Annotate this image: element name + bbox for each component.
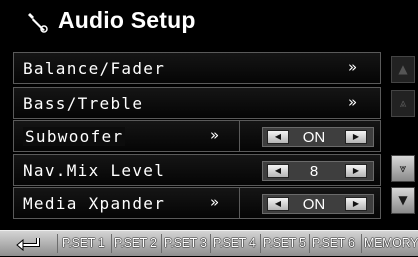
media-xpander-stepper: ◀ ON ▶ xyxy=(262,194,374,214)
separator xyxy=(361,234,362,253)
row-label: Media Xpander xyxy=(23,194,166,213)
subwoofer-settings-button[interactable]: » xyxy=(210,126,219,144)
page-title: Audio Setup xyxy=(58,7,196,33)
separator xyxy=(210,234,211,253)
return-arrow-icon xyxy=(16,238,40,252)
chevron-right-icon: » xyxy=(348,93,358,111)
preset-button-2[interactable]: P.SET 2 xyxy=(114,236,157,250)
back-button[interactable] xyxy=(8,234,50,253)
scroll-down-button[interactable]: ⩔ xyxy=(391,155,415,182)
decrease-button[interactable]: ◀ xyxy=(267,130,289,144)
header: Audio Setup xyxy=(0,0,418,44)
row-label: Subwoofer xyxy=(23,127,126,146)
bass-treble-row[interactable]: Bass/Treble » xyxy=(13,87,381,119)
row-divider xyxy=(239,188,240,218)
preset-button-6[interactable]: P.SET 6 xyxy=(312,236,355,250)
decrease-button[interactable]: ◀ xyxy=(267,164,289,178)
increase-button[interactable]: ▶ xyxy=(345,197,367,211)
preset-button-4[interactable]: P.SET 4 xyxy=(213,236,256,250)
chevron-right-icon: » xyxy=(348,58,358,76)
page-down-button[interactable]: ▼ xyxy=(391,187,415,214)
separator xyxy=(57,234,58,253)
separator xyxy=(161,234,162,253)
bottom-bar: P.SET 1 P.SET 2 P.SET 3 P.SET 4 P.SET 5 … xyxy=(0,230,418,256)
scroll-up-button[interactable]: ⩓ xyxy=(391,90,415,117)
increase-button[interactable]: ▶ xyxy=(345,164,367,178)
memory-button[interactable]: MEMORY xyxy=(364,236,418,250)
subwoofer-stepper: ◀ ON ▶ xyxy=(262,127,374,147)
page-up-button[interactable]: ▲ xyxy=(391,56,415,83)
separator xyxy=(309,234,310,253)
increase-button[interactable]: ▶ xyxy=(345,130,367,144)
preset-button-5[interactable]: P.SET 5 xyxy=(263,236,306,250)
media-xpander-value: ON xyxy=(302,196,326,213)
media-xpander-row: Media Xpander » ◀ ON ▶ xyxy=(13,187,381,219)
media-xpander-settings-button[interactable]: » xyxy=(210,193,219,211)
wrench-icon xyxy=(28,13,48,33)
preset-button-3[interactable]: P.SET 3 xyxy=(164,236,207,250)
separator xyxy=(260,234,261,253)
subwoofer-row: Subwoofer » ◀ ON ▶ xyxy=(13,120,381,152)
row-divider xyxy=(239,121,240,151)
balance-fader-row[interactable]: Balance/Fader » xyxy=(13,52,381,84)
nav-mix-value: 8 xyxy=(309,163,319,180)
subwoofer-value: ON xyxy=(302,129,326,146)
preset-button-1[interactable]: P.SET 1 xyxy=(62,236,105,250)
decrease-button[interactable]: ◀ xyxy=(267,197,289,211)
separator xyxy=(111,234,112,253)
row-label: Bass/Treble xyxy=(23,94,144,113)
nav-mix-stepper: ◀ 8 ▶ xyxy=(262,161,374,181)
row-label: Balance/Fader xyxy=(23,59,166,78)
row-label: Nav.Mix Level xyxy=(23,161,166,180)
nav-mix-level-row: Nav.Mix Level ◀ 8 ▶ xyxy=(13,154,381,186)
